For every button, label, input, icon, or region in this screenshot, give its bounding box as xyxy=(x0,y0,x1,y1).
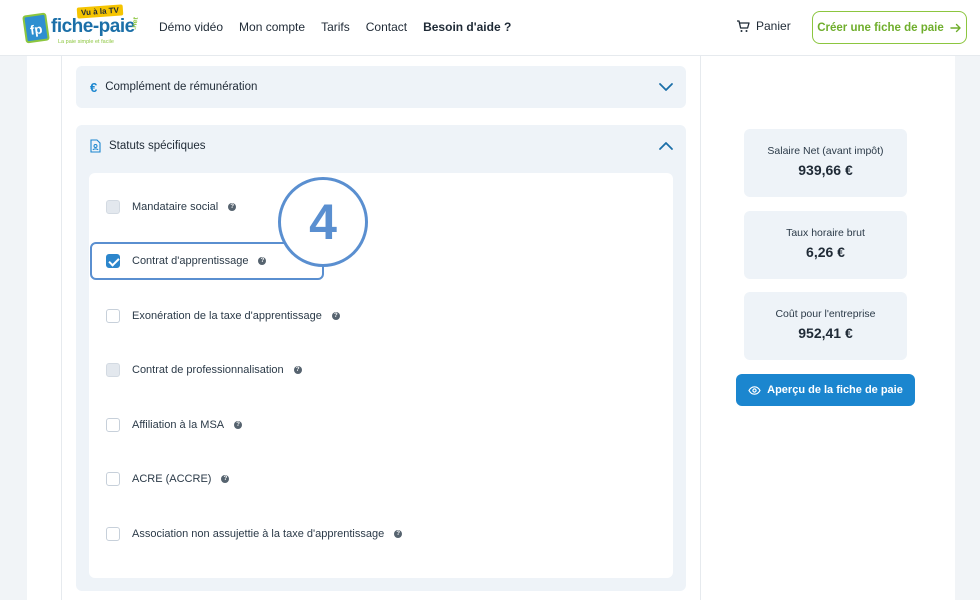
logo-text: fiche-paie xyxy=(51,16,135,37)
nav-besoin-aide[interactable]: Besoin d'aide ? xyxy=(423,20,511,34)
accordion-statuts-header[interactable]: Statuts spécifiques xyxy=(76,125,686,167)
option-exoneration-taxe[interactable]: Exonération de la taxe d'apprentissage ? xyxy=(106,308,340,324)
step-number-badge: 4 xyxy=(278,177,368,267)
option-mandataire-social[interactable]: Mandataire social ? xyxy=(106,199,237,215)
accordion-statuts-title: Statuts spécifiques xyxy=(109,140,206,152)
checkbox-association-non-assujettie[interactable] xyxy=(106,527,120,541)
checkbox-mandataire-social[interactable] xyxy=(106,200,120,214)
checkbox-contrat-professionnalisation[interactable] xyxy=(106,363,120,377)
option-label: Association non assujettie à la taxe d'a… xyxy=(132,528,385,540)
euro-icon: € xyxy=(90,79,98,95)
main-nav: Démo vidéo Mon compte Tarifs Contact Bes… xyxy=(159,20,511,34)
option-label: ACRE (ACCRE) xyxy=(132,473,212,485)
eye-icon xyxy=(748,385,761,395)
stat-label: Taux horaire brut xyxy=(786,227,865,239)
checkbox-exoneration-taxe[interactable] xyxy=(106,309,120,323)
column-divider-left xyxy=(61,56,62,600)
help-icon[interactable]: ? xyxy=(293,366,302,374)
logo-tld: .net xyxy=(130,16,140,31)
accordion-complement-title: Complément de rémunération xyxy=(105,81,258,93)
preview-payslip-button[interactable]: Aperçu de la fiche de paie xyxy=(736,374,915,406)
cart-label: Panier xyxy=(756,19,791,33)
stat-value: 952,41 € xyxy=(798,325,853,341)
create-payslip-label: Créer une fiche de paie xyxy=(817,21,944,34)
stat-cout-entreprise: Coût pour l'entreprise 952,41 € xyxy=(744,292,907,360)
option-association-non-assujettie[interactable]: Association non assujettie à la taxe d'a… xyxy=(106,526,403,542)
nav-mon-compte[interactable]: Mon compte xyxy=(239,20,305,34)
nav-contact[interactable]: Contact xyxy=(366,20,407,34)
option-label: Mandataire social xyxy=(132,201,219,213)
help-icon[interactable]: ? xyxy=(234,421,243,429)
logo-mark: fp xyxy=(22,12,50,44)
top-header: fp fiche-paie Vu à la TV .net La paie si… xyxy=(0,0,980,56)
stat-label: Salaire Net (avant impôt) xyxy=(767,145,884,157)
chevron-down-icon xyxy=(659,83,673,91)
help-icon[interactable]: ? xyxy=(228,203,237,211)
logo-tagline: La paie simple et facile xyxy=(58,39,114,45)
help-icon[interactable]: ? xyxy=(394,530,403,538)
accordion-complement[interactable]: € Complément de rémunération xyxy=(76,66,686,108)
option-affiliation-msa[interactable]: Affiliation à la MSA ? xyxy=(106,417,243,433)
stat-value: 6,26 € xyxy=(806,244,845,260)
option-label: Contrat de professionnalisation xyxy=(132,364,284,376)
preview-payslip-label: Aperçu de la fiche de paie xyxy=(767,384,903,396)
option-acre[interactable]: ACRE (ACCRE) ? xyxy=(106,471,230,487)
create-payslip-button[interactable]: Créer une fiche de paie xyxy=(812,11,967,44)
stat-salaire-net: Salaire Net (avant impôt) 939,66 € xyxy=(744,129,907,197)
nav-demo-video[interactable]: Démo vidéo xyxy=(159,20,223,34)
cart-icon xyxy=(737,19,750,32)
stat-taux-horaire: Taux horaire brut 6,26 € xyxy=(744,211,907,279)
column-divider-right xyxy=(700,56,701,600)
checkbox-acre[interactable] xyxy=(106,472,120,486)
cart-link[interactable]: Panier xyxy=(736,19,791,33)
accordion-complement-header[interactable]: € Complément de rémunération xyxy=(76,66,686,108)
option-label: Exonération de la taxe d'apprentissage xyxy=(132,310,322,322)
nav-tarifs[interactable]: Tarifs xyxy=(321,20,350,34)
checkbox-affiliation-msa[interactable] xyxy=(106,418,120,432)
arrow-right-icon xyxy=(950,23,961,32)
document-user-icon xyxy=(90,139,101,153)
stat-value: 939,66 € xyxy=(798,162,853,178)
stat-label: Coût pour l'entreprise xyxy=(775,308,876,320)
option-label: Affiliation à la MSA xyxy=(132,419,225,431)
help-icon[interactable]: ? xyxy=(331,312,340,320)
option-contrat-professionnalisation[interactable]: Contrat de professionnalisation ? xyxy=(106,362,302,378)
site-logo[interactable]: fp fiche-paie Vu à la TV .net La paie si… xyxy=(20,4,140,50)
help-icon[interactable]: ? xyxy=(221,475,230,483)
chevron-up-icon xyxy=(659,142,673,150)
